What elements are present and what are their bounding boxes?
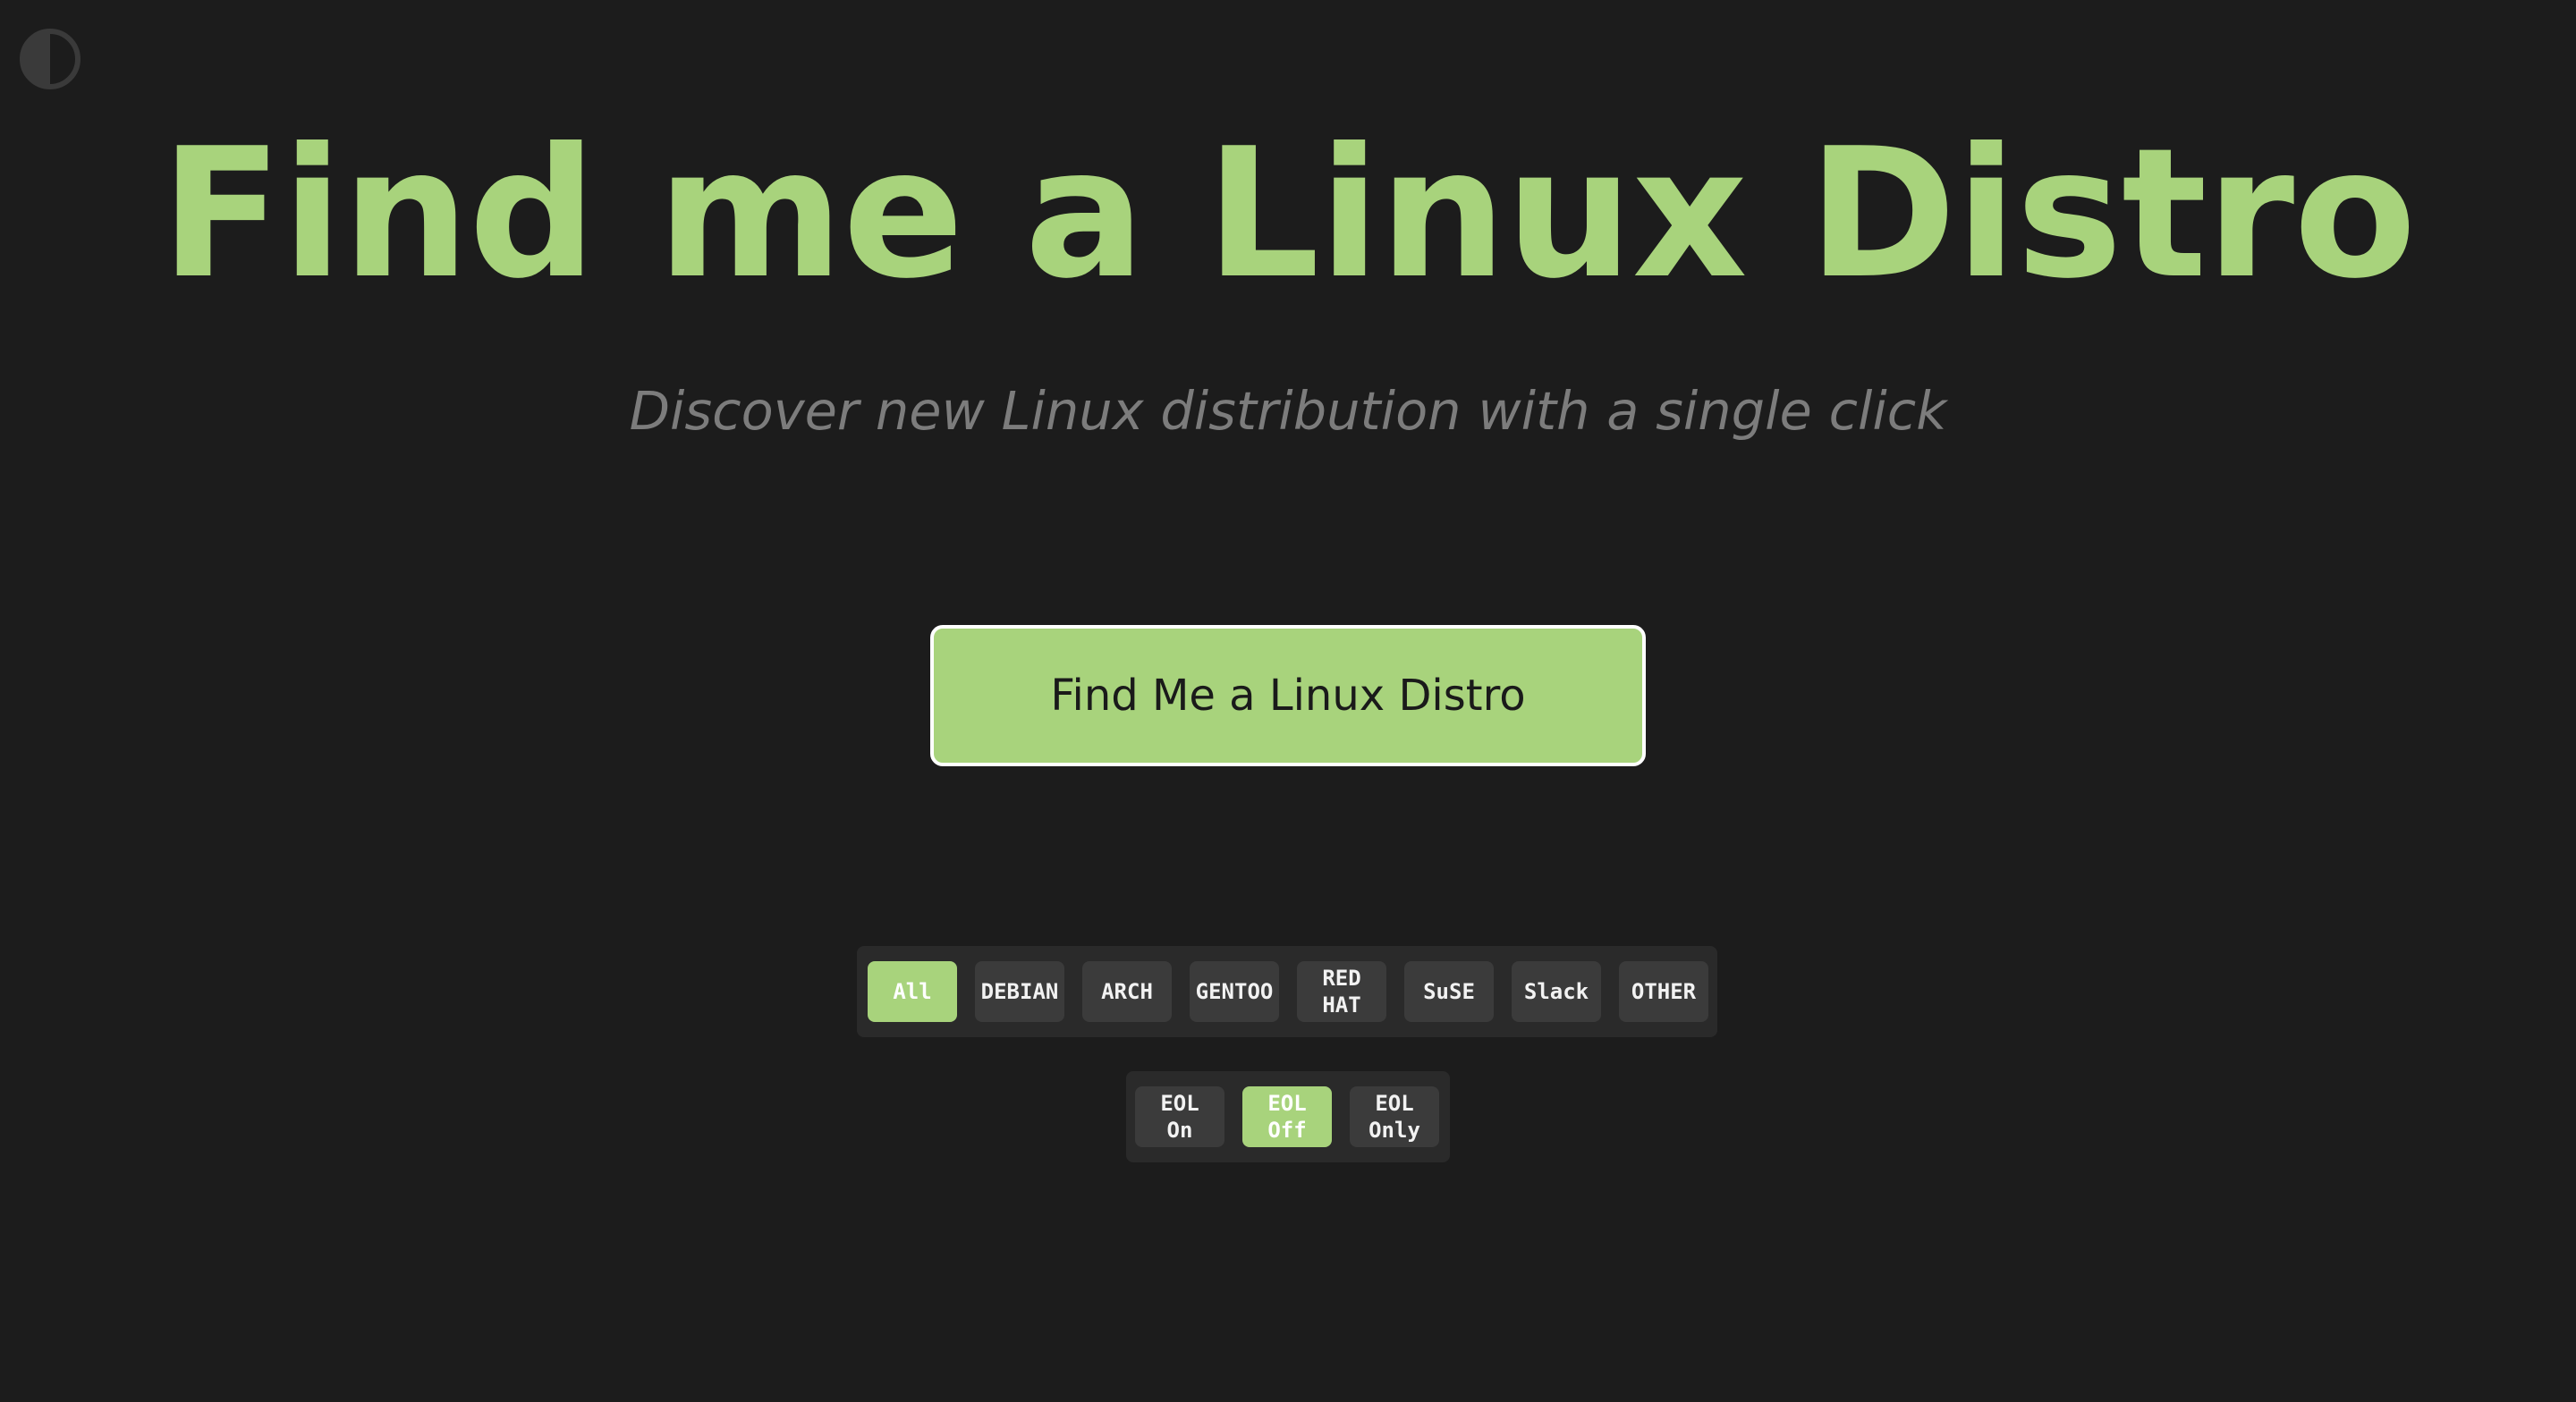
eol-off-button[interactable]: EOL Off (1242, 1086, 1332, 1147)
filter-suse-button[interactable]: SuSE (1404, 961, 1494, 1022)
filter-all-button[interactable]: All (868, 961, 957, 1022)
filter-gentoo-button[interactable]: GENTOO (1190, 961, 1279, 1022)
filter-redhat-button[interactable]: RED HAT (1297, 961, 1386, 1022)
eol-on-button[interactable]: EOL On (1135, 1086, 1224, 1147)
theme-toggle-button[interactable] (18, 27, 82, 91)
filter-arch-button[interactable]: ARCH (1082, 961, 1172, 1022)
page-title: Find me a Linux Distro (160, 110, 2416, 318)
filter-slack-button[interactable]: Slack (1512, 961, 1601, 1022)
family-filter-group: All DEBIAN ARCH GENTOO RED HAT SuSE Slac… (857, 946, 1717, 1037)
filter-debian-button[interactable]: DEBIAN (975, 961, 1064, 1022)
page-subtitle: Discover new Linux distribution with a s… (629, 380, 1947, 442)
filter-other-button[interactable]: OTHER (1619, 961, 1708, 1022)
eol-only-button[interactable]: EOL Only (1350, 1086, 1439, 1147)
find-distro-button[interactable]: Find Me a Linux Distro (930, 625, 1646, 766)
half-circle-contrast-icon (18, 27, 82, 91)
eol-filter-group: EOL On EOL Off EOL Only (1126, 1071, 1450, 1162)
